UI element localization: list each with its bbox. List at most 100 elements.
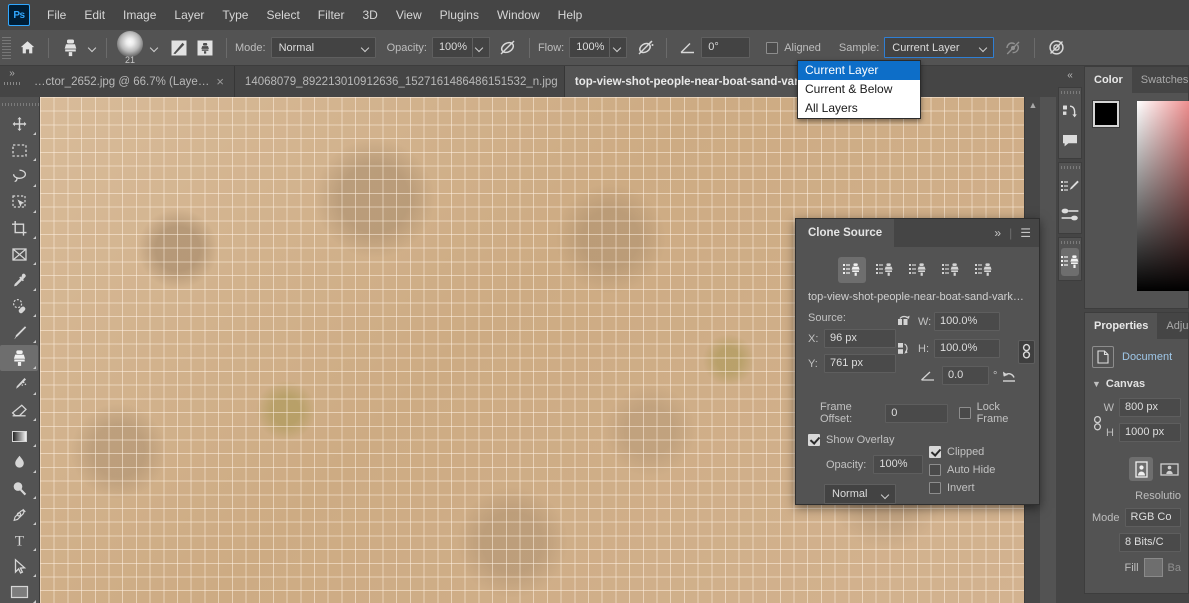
ignore-adjustment-layers-button[interactable] xyxy=(1000,36,1026,60)
color-ramp[interactable] xyxy=(1137,101,1189,291)
orientation-landscape-button[interactable] xyxy=(1157,457,1181,481)
menu-select[interactable]: Select xyxy=(257,4,308,26)
frame-offset-input[interactable]: 0 xyxy=(885,403,948,423)
opacity-control[interactable]: 100% xyxy=(431,37,490,58)
rail-group-3-grip[interactable] xyxy=(1059,238,1081,248)
tool-history-brush[interactable] xyxy=(0,371,38,397)
rail-group-2-grip[interactable] xyxy=(1059,163,1081,173)
flow-control[interactable]: 100% xyxy=(569,37,628,58)
aligned-checkbox-box[interactable] xyxy=(766,41,779,54)
tool-eraser[interactable] xyxy=(0,397,38,423)
rail-clone-source-button[interactable] xyxy=(1061,248,1079,276)
flip-vertical-icon[interactable] xyxy=(898,342,913,355)
flow-value[interactable]: 100% xyxy=(569,37,611,58)
tool-brush[interactable] xyxy=(0,319,38,345)
canvas-section-header[interactable]: ▼ Canvas xyxy=(1092,378,1181,390)
tool-clone-stamp[interactable] xyxy=(0,345,38,371)
bit-depth-select[interactable]: 8 Bits/C xyxy=(1119,533,1181,552)
tool-dodge[interactable] xyxy=(0,475,38,501)
blend-mode-select[interactable]: Normal xyxy=(270,37,376,58)
chevron-down-icon[interactable]: ▼ xyxy=(1092,379,1101,389)
tool-frame[interactable] xyxy=(0,241,38,267)
tool-rectangular-marquee[interactable] xyxy=(0,137,38,163)
opacity-stepper[interactable] xyxy=(472,37,490,58)
rail-comments-button[interactable] xyxy=(1059,126,1081,154)
sample-option-all-layers[interactable]: All Layers xyxy=(798,99,920,118)
options-bar-grip[interactable] xyxy=(2,35,11,60)
auto-hide-checkbox[interactable] xyxy=(929,464,941,476)
source-y-input[interactable]: 761 px xyxy=(824,354,896,373)
collapse-panels-button[interactable]: « xyxy=(1056,66,1084,84)
menu-type[interactable]: Type xyxy=(213,4,257,26)
tool-pen[interactable] xyxy=(0,501,38,527)
rail-adjustments-presets-button[interactable] xyxy=(1059,201,1081,229)
airbrush-button[interactable] xyxy=(632,36,658,60)
toggle-brush-panel-button[interactable] xyxy=(166,36,192,60)
canvas-width-input[interactable]: 800 px xyxy=(1119,398,1181,417)
menu-image[interactable]: Image xyxy=(114,4,165,26)
flip-horizontal-icon[interactable] xyxy=(898,315,913,328)
brush-angle-value[interactable]: 0° xyxy=(701,37,751,58)
tab-properties[interactable]: Properties xyxy=(1085,313,1158,339)
menu-file[interactable]: File xyxy=(38,4,75,26)
menu-edit[interactable]: Edit xyxy=(75,4,114,26)
clipped-checkbox[interactable] xyxy=(929,446,941,458)
home-button[interactable] xyxy=(14,36,40,60)
lock-aspect-ratio-button[interactable] xyxy=(1018,339,1036,364)
tab-adjustments[interactable]: Adjustme xyxy=(1157,313,1189,339)
clone-source-slot-2[interactable] xyxy=(871,257,899,283)
width-input[interactable]: 100.0% xyxy=(934,312,1000,331)
sample-dropdown-menu[interactable]: Current Layer Current & Below All Layers xyxy=(797,60,921,119)
show-overlay-checkbox[interactable] xyxy=(808,434,820,446)
color-mode-select[interactable]: RGB Co xyxy=(1124,508,1181,527)
link-dimensions-button[interactable] xyxy=(1092,415,1104,432)
brush-angle-button[interactable] xyxy=(675,36,701,60)
menu-view[interactable]: View xyxy=(387,4,431,26)
tab-swatches[interactable]: Swatches xyxy=(1132,67,1189,93)
orientation-portrait-button[interactable] xyxy=(1129,457,1153,481)
panel-menu-icon[interactable]: ☰ xyxy=(1020,226,1031,240)
tool-rectangle[interactable] xyxy=(0,579,38,603)
tool-preset-caret-icon[interactable] xyxy=(89,43,98,52)
tool-blur[interactable] xyxy=(0,449,38,475)
clone-source-panel-tab[interactable]: Clone Source xyxy=(796,219,895,247)
photoshop-logo[interactable]: Ps xyxy=(8,4,30,26)
collapse-panel-icon[interactable]: » xyxy=(994,226,1001,240)
menu-filter[interactable]: Filter xyxy=(309,4,354,26)
invert-checkbox[interactable] xyxy=(929,482,941,494)
fill-color-swatch[interactable] xyxy=(1143,558,1163,577)
sample-select[interactable]: Current Layer xyxy=(884,37,995,58)
reset-transform-icon[interactable] xyxy=(1001,368,1017,383)
aligned-checkbox[interactable]: Aligned xyxy=(766,41,821,54)
sample-option-current-and-below[interactable]: Current & Below xyxy=(798,80,920,99)
menu-layer[interactable]: Layer xyxy=(165,4,213,26)
opacity-value[interactable]: 100% xyxy=(431,37,473,58)
sample-option-current-layer[interactable]: Current Layer xyxy=(798,61,920,80)
overlay-opacity-input[interactable]: 100% xyxy=(873,455,924,474)
flow-stepper[interactable] xyxy=(610,37,628,58)
tab-color[interactable]: Color xyxy=(1085,67,1132,93)
foreground-background-swatches[interactable] xyxy=(1092,100,1133,141)
rail-brush-settings-button[interactable] xyxy=(1059,173,1081,201)
foreground-color-swatch[interactable] xyxy=(1092,100,1120,128)
tool-object-selection[interactable] xyxy=(0,189,38,215)
tool-spot-healing-brush[interactable] xyxy=(0,293,38,319)
tool-move[interactable] xyxy=(0,111,38,137)
clone-source-panel[interactable]: Clone Source » | ☰ top-view-shot-people-… xyxy=(795,218,1040,505)
menu-plugins[interactable]: Plugins xyxy=(431,4,488,26)
tool-preset-picker[interactable] xyxy=(57,36,83,60)
brush-preset-picker[interactable]: 21 xyxy=(117,30,143,65)
menu-window[interactable]: Window xyxy=(488,4,549,26)
source-x-input[interactable]: 96 px xyxy=(824,329,896,348)
height-input[interactable]: 100.0% xyxy=(934,339,1000,358)
tool-eyedropper[interactable] xyxy=(0,267,38,293)
canvas-height-input[interactable]: 1000 px xyxy=(1119,423,1181,442)
clone-source-slot-5[interactable] xyxy=(970,257,998,283)
close-icon[interactable]: × xyxy=(216,75,224,88)
tools-panel-grip[interactable] xyxy=(0,99,39,111)
tool-lasso[interactable] xyxy=(0,163,38,189)
menu-3d[interactable]: 3D xyxy=(353,4,386,26)
clone-source-slot-3[interactable] xyxy=(904,257,932,283)
scroll-up-icon[interactable]: ▲ xyxy=(1025,97,1040,113)
rail-group-1-grip[interactable] xyxy=(1059,88,1081,98)
